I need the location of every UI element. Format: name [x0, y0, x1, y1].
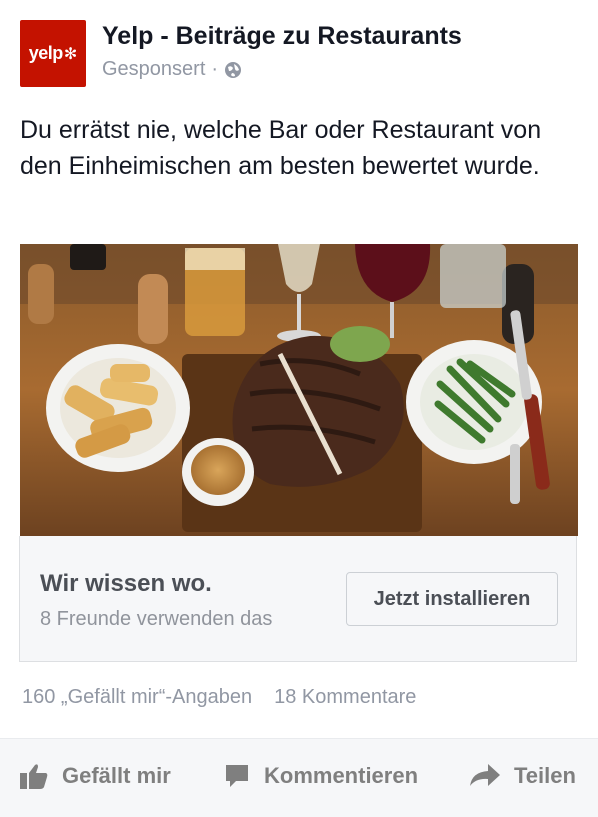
meta-separator: · [211, 58, 219, 80]
steak-dinner-image [20, 244, 578, 536]
action-bar: Gefällt mir Kommentieren Teilen [0, 738, 598, 817]
speech-bubble-icon [226, 765, 248, 787]
burst-icon: ✻ [63, 45, 78, 63]
post-text: Du errätst nie, welche Bar oder Restaura… [20, 116, 542, 180]
like-label: Gefällt mir [62, 763, 171, 788]
ad-photo[interactable] [20, 244, 578, 536]
comments-count[interactable]: 18 Kommentare [274, 686, 416, 709]
comment-button[interactable]: Kommentieren [224, 763, 418, 789]
cta-subtitle: 8 Freunde verwenden das [40, 608, 273, 630]
sponsored-label[interactable]: Gesponsert [102, 58, 205, 81]
cta-box[interactable]: Wir wissen wo. 8 Freunde verwenden das J… [19, 536, 577, 662]
like-button[interactable]: Gefällt mir [20, 763, 171, 789]
share-arrow-icon [470, 764, 500, 786]
install-button[interactable]: Jetzt installieren [346, 572, 558, 626]
engagement-stats: 160 „Gefällt mir“-Angaben 18 Kommentare [22, 686, 416, 709]
thumbs-up-icon [20, 764, 48, 789]
share-button[interactable]: Teilen [470, 763, 576, 789]
cta-title: Wir wissen wo. [40, 570, 212, 597]
logo-text: yelp [28, 43, 64, 63]
likes-count[interactable]: 160 „Gefällt mir“-Angaben [22, 686, 252, 709]
post-header: yelp ✻ Yelp - Beiträge zu Restaurants Ge… [20, 20, 580, 90]
yelp-logo[interactable]: yelp ✻ [20, 20, 86, 87]
post-meta: Gesponsert · [102, 58, 242, 81]
comment-label: Kommentieren [264, 763, 419, 788]
page-name-link[interactable]: Yelp - Beiträge zu Restaurants [102, 22, 462, 51]
share-label: Teilen [514, 763, 576, 788]
globe-icon[interactable] [224, 61, 242, 79]
